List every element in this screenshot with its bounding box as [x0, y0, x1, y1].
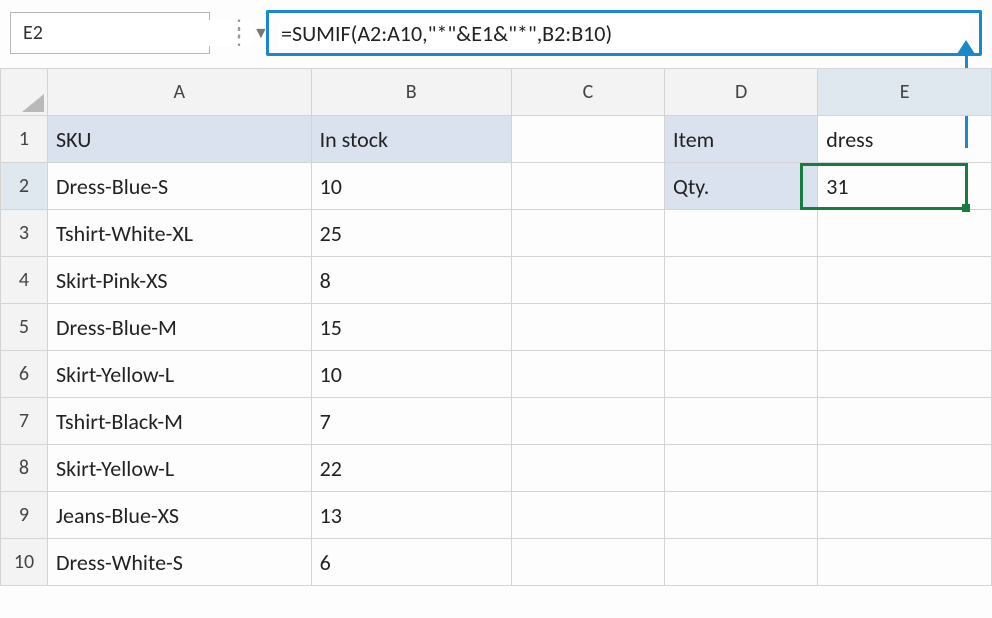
cell-B8[interactable]: 22 [311, 445, 511, 492]
row-header[interactable]: 6 [1, 351, 48, 398]
row-header[interactable]: 3 [1, 210, 48, 257]
cell-E3[interactable] [818, 210, 992, 257]
cell-B6[interactable]: 10 [311, 351, 511, 398]
cell-C7[interactable] [511, 398, 664, 445]
cell-B9[interactable]: 13 [311, 492, 511, 539]
row-9: 9 Jeans-Blue-XS 13 [1, 492, 992, 539]
col-header-E[interactable]: E [818, 69, 992, 116]
cell-E9[interactable] [818, 492, 992, 539]
cell-B2[interactable]: 10 [311, 163, 511, 210]
cell-A6[interactable]: Skirt-Yellow-L [47, 351, 311, 398]
row-header[interactable]: 10 [1, 539, 48, 586]
cell-C8[interactable] [511, 445, 664, 492]
cell-E7[interactable] [818, 398, 992, 445]
cell-C6[interactable] [511, 351, 664, 398]
cell-A9[interactable]: Jeans-Blue-XS [47, 492, 311, 539]
cell-A2[interactable]: Dress-Blue-S [47, 163, 311, 210]
formula-bar-input[interactable] [279, 19, 969, 48]
cell-C9[interactable] [511, 492, 664, 539]
spreadsheet-grid[interactable]: A B C D E 1 SKU In stock Item dress 2 Dr… [0, 68, 992, 586]
row-2: 2 Dress-Blue-S 10 Qty. 31 [1, 163, 992, 210]
cell-E8[interactable] [818, 445, 992, 492]
row-4: 4 Skirt-Pink-XS 8 [1, 257, 992, 304]
formula-bar[interactable] [266, 10, 982, 56]
cell-C1[interactable] [511, 116, 664, 163]
cell-D9[interactable] [665, 492, 818, 539]
row-3: 3 Tshirt-White-XL 25 [1, 210, 992, 257]
row-header[interactable]: 9 [1, 492, 48, 539]
cell-D6[interactable] [665, 351, 818, 398]
row-5: 5 Dress-Blue-M 15 [1, 304, 992, 351]
cell-D7[interactable] [665, 398, 818, 445]
cell-D2[interactable]: Qty. [665, 163, 818, 210]
col-header-C[interactable]: C [511, 69, 664, 116]
row-header[interactable]: 8 [1, 445, 48, 492]
cell-D10[interactable] [665, 539, 818, 586]
row-6: 6 Skirt-Yellow-L 10 [1, 351, 992, 398]
column-header-row: A B C D E [1, 69, 992, 116]
row-header[interactable]: 7 [1, 398, 48, 445]
cell-D8[interactable] [665, 445, 818, 492]
cell-B10[interactable]: 6 [311, 539, 511, 586]
cell-C3[interactable] [511, 210, 664, 257]
col-header-B[interactable]: B [311, 69, 511, 116]
cell-D5[interactable] [665, 304, 818, 351]
row-header[interactable]: 2 [1, 163, 48, 210]
cell-A8[interactable]: Skirt-Yellow-L [47, 445, 311, 492]
cell-C10[interactable] [511, 539, 664, 586]
row-header[interactable]: 1 [1, 116, 48, 163]
cell-A3[interactable]: Tshirt-White-XL [47, 210, 311, 257]
select-all-corner[interactable] [1, 69, 48, 116]
cell-B1[interactable]: In stock [311, 116, 511, 163]
cell-D1[interactable]: Item [665, 116, 818, 163]
cell-D4[interactable] [665, 257, 818, 304]
cell-A10[interactable]: Dress-White-S [47, 539, 311, 586]
row-1: 1 SKU In stock Item dress [1, 116, 992, 163]
cell-A5[interactable]: Dress-Blue-M [47, 304, 311, 351]
cell-E5[interactable] [818, 304, 992, 351]
cell-A1[interactable]: SKU [47, 116, 311, 163]
cell-B3[interactable]: 25 [311, 210, 511, 257]
row-7: 7 Tshirt-Black-M 7 [1, 398, 992, 445]
row-8: 8 Skirt-Yellow-L 22 [1, 445, 992, 492]
cell-E6[interactable] [818, 351, 992, 398]
cell-C4[interactable] [511, 257, 664, 304]
cell-C2[interactable] [511, 163, 664, 210]
cell-A7[interactable]: Tshirt-Black-M [47, 398, 311, 445]
name-box-input[interactable] [21, 20, 253, 46]
formula-toolbar: ▼ ⋮⋮ [0, 0, 992, 68]
cell-E2[interactable]: 31 [818, 163, 992, 210]
row-header[interactable]: 4 [1, 257, 48, 304]
cell-E10[interactable] [818, 539, 992, 586]
cell-B7[interactable]: 7 [311, 398, 511, 445]
col-header-D[interactable]: D [665, 69, 818, 116]
cell-B5[interactable]: 15 [311, 304, 511, 351]
cell-E4[interactable] [818, 257, 992, 304]
cell-C5[interactable] [511, 304, 664, 351]
cell-A4[interactable]: Skirt-Pink-XS [47, 257, 311, 304]
cell-B4[interactable]: 8 [311, 257, 511, 304]
row-10: 10 Dress-White-S 6 [1, 539, 992, 586]
fx-grip-icon: ⋮⋮ [224, 24, 252, 42]
name-box[interactable]: ▼ [10, 12, 210, 54]
row-header[interactable]: 5 [1, 304, 48, 351]
cell-E1[interactable]: dress [818, 116, 992, 163]
col-header-A[interactable]: A [47, 69, 311, 116]
cell-D3[interactable] [665, 210, 818, 257]
